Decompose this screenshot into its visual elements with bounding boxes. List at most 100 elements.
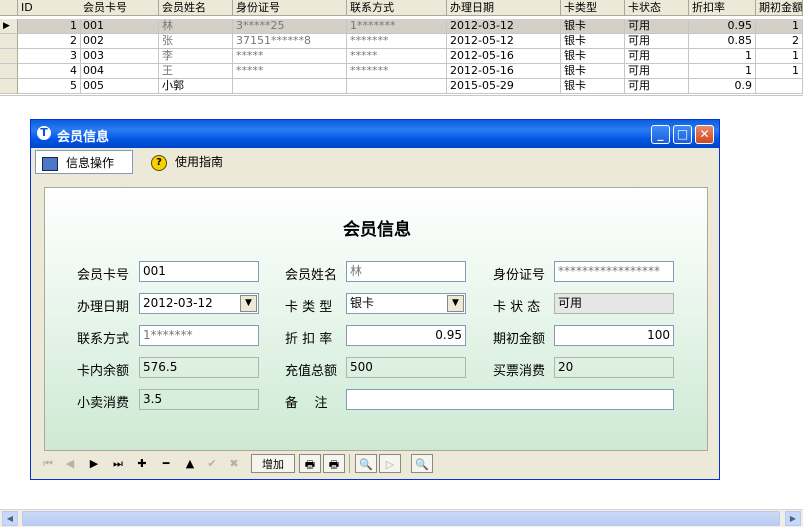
cell-name: 李 [159,49,233,64]
cell-name: 小郭 [159,79,233,94]
next-record-icon[interactable]: ▶ [85,454,103,473]
card-no-field[interactable]: 001 [139,261,259,282]
minimize-button[interactable]: _ [651,125,670,144]
search-icon[interactable]: 🔍 [355,454,377,473]
col-date[interactable]: 办理日期 [447,0,561,16]
cancel-edit-icon[interactable]: ✖ [225,454,243,473]
name-field[interactable]: 林 [346,261,466,282]
first-record-icon[interactable]: ⏮ [39,454,57,473]
tab-user-guide[interactable]: ? 使用指南 [145,150,255,174]
date-value: 2012-03-12 [143,296,213,310]
date-picker[interactable]: 2012-03-12 ▼ [139,293,259,314]
cell-initial: 1 [756,64,803,79]
cell-name: 张 [159,34,233,49]
id-no-field[interactable]: ***************** [554,261,674,282]
dropdown-arrow-icon[interactable]: ▼ [240,295,257,312]
col-discount[interactable]: 折扣率 [689,0,756,16]
cell-date: 2012-05-12 [447,34,561,49]
cell-id: 4 [18,64,81,79]
phone-field[interactable]: 1******* [139,325,259,346]
play-icon[interactable]: ▷ [379,454,401,473]
table-row[interactable]: 2 002 张 37151******8 ******* 2012-05-12 … [0,34,803,49]
row-indicator [0,79,18,94]
remark-field[interactable] [346,389,674,410]
cell-type: 银卡 [561,79,625,94]
cell-status: 可用 [625,19,689,34]
print-icon[interactable]: 🖶 [299,454,321,473]
cell-initial: 1 [756,19,803,34]
table-row[interactable]: 5 005 小郭 2015-05-29 银卡 可用 0.9 [0,79,803,94]
cell-type: 银卡 [561,19,625,34]
tab-info-ops[interactable]: 信息操作 [35,150,133,174]
cell-phone: ******* [347,34,447,49]
row-indicator [0,49,18,64]
recharge-field: 500 [346,357,466,378]
col-initial[interactable]: 期初金额 [756,0,803,16]
col-status[interactable]: 卡状态 [625,0,689,16]
label-phone: 联系方式 [77,332,130,347]
cell-idno: ***** [233,49,347,64]
grid-bottom-line [0,95,803,96]
col-id[interactable]: ID [18,0,81,16]
form-panel: 会员信息 会员卡号 001 会员姓名 林 身份证号 **************… [44,187,708,451]
cell-status: 可用 [625,79,689,94]
col-name[interactable]: 会员姓名 [159,0,233,16]
post-icon[interactable]: ✔ [203,454,221,473]
initial-amount-field[interactable]: 100 [554,325,674,346]
cell-discount: 0.95 [689,19,756,34]
cell-id: 5 [18,79,81,94]
edit-icon[interactable]: ▲ [181,454,199,473]
dropdown-arrow-icon[interactable]: ▼ [447,295,464,312]
prev-record-icon[interactable]: ◀ [61,454,79,473]
cell-card: 001 [80,19,159,34]
cell-date: 2012-05-16 [447,49,561,64]
table-row[interactable]: 4 004 王 ***** ******* 2012-05-16 银卡 可用 1… [0,64,803,79]
cell-type: 银卡 [561,34,625,49]
cell-discount: 1 [689,49,756,64]
col-type[interactable]: 卡类型 [561,0,625,16]
form-title: 会员信息 [343,220,411,240]
label-ticket: 买票消费 [493,364,546,379]
cell-initial [756,79,803,94]
cell-phone: 1******* [347,19,447,34]
insert-icon[interactable]: ✚ [133,454,151,473]
cell-status: 可用 [625,64,689,79]
print-preview-icon[interactable]: 🖶 [323,454,345,473]
cell-name: 林 [159,19,233,34]
help-icon: ? [151,154,167,171]
col-card[interactable]: 会员卡号 [80,0,159,16]
last-record-icon[interactable]: ⏭ [109,454,127,473]
cell-card: 004 [80,64,159,79]
horizontal-scrollbar[interactable]: ◀ ▶ [0,509,803,527]
delete-icon[interactable]: ━ [157,454,175,473]
cell-id: 3 [18,49,81,64]
title-bar[interactable]: T 会员信息 _ □ ✕ [31,120,719,148]
scroll-right-icon[interactable]: ▶ [785,511,801,526]
zoom-icon[interactable]: 🔍 [411,454,433,473]
cell-discount: 1 [689,64,756,79]
ticket-field: 20 [554,357,674,378]
discount-field[interactable]: 0.95 [346,325,466,346]
cell-idno: 37151******8 [233,34,347,49]
col-phone[interactable]: 联系方式 [347,0,447,16]
label-discount: 折 扣 率 [285,332,333,347]
cell-card: 003 [80,49,159,64]
toolbar-separator [349,454,350,473]
scroll-thumb[interactable] [22,511,780,526]
table-row[interactable]: 3 003 李 ***** ***** 2012-05-16 银卡 可用 1 1 [0,49,803,64]
scroll-left-icon[interactable]: ◀ [2,511,18,526]
cell-status: 可用 [625,34,689,49]
table-row[interactable]: ▶ 1 001 林 3*****25 1******* 2012-03-12 银… [0,19,803,34]
row-pointer-icon: ▶ [0,19,18,34]
cell-type: 银卡 [561,64,625,79]
cell-date: 2012-03-12 [447,19,561,34]
snack-field: 3.5 [139,389,259,410]
cell-status: 可用 [625,49,689,64]
close-button[interactable]: ✕ [695,125,714,144]
maximize-button[interactable]: □ [673,125,692,144]
col-idno[interactable]: 身份证号 [233,0,347,16]
cell-date: 2015-05-29 [447,79,561,94]
card-type-select[interactable]: 银卡 ▼ [346,293,466,314]
cell-idno: ***** [233,64,347,79]
add-button[interactable]: 增加 [251,454,295,473]
